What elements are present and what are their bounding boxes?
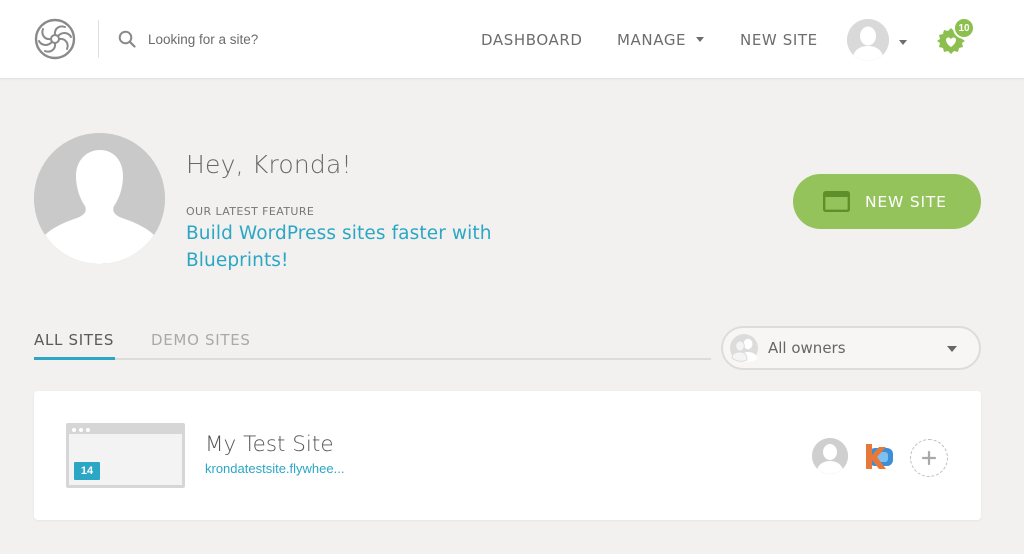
- top-navigation-bar: DASHBOARD MANAGE NEW SITE 10: [0, 0, 1024, 79]
- collaborator-avatar[interactable]: [812, 438, 848, 474]
- nav-new-site-link[interactable]: NEW SITE: [740, 31, 818, 49]
- plus-icon: [921, 450, 937, 466]
- active-tab-indicator: [34, 357, 115, 360]
- group-users-icon: [730, 334, 758, 362]
- search-icon: [118, 30, 136, 48]
- php-version-badge: 14: [74, 462, 100, 480]
- owners-filter-label: All owners: [768, 339, 846, 357]
- chevron-down-icon: [947, 346, 957, 352]
- latest-feature-label: OUR LATEST FEATURE: [186, 205, 315, 218]
- browser-dot: [79, 428, 83, 432]
- site-search: [118, 26, 348, 52]
- greeting-heading: Hey, Kronda!: [186, 150, 352, 179]
- profile-avatar: [34, 133, 165, 264]
- user-silhouette-icon: [34, 133, 165, 264]
- new-site-button-label: NEW SITE: [865, 193, 947, 211]
- nav-dashboard-link[interactable]: DASHBOARD: [481, 31, 583, 49]
- header-divider: [98, 20, 99, 58]
- search-input[interactable]: [148, 31, 348, 47]
- flywheel-logo-icon[interactable]: [34, 18, 76, 60]
- chevron-down-icon: [696, 37, 705, 42]
- user-silhouette-icon: [812, 438, 848, 474]
- add-collaborator-button[interactable]: [910, 439, 948, 477]
- site-url-link[interactable]: krondatestsite.flywhee...: [205, 461, 344, 476]
- site-name-link[interactable]: My Test Site: [205, 432, 334, 457]
- nav-manage-dropdown[interactable]: MANAGE: [617, 31, 705, 49]
- collaborator-avatar-logo[interactable]: [861, 438, 897, 474]
- user-avatar-menu[interactable]: [847, 19, 889, 61]
- k-logo-icon: [861, 438, 897, 474]
- browser-dot: [86, 428, 90, 432]
- new-site-button[interactable]: NEW SITE: [793, 174, 981, 229]
- site-thumbnail[interactable]: 14: [66, 423, 185, 488]
- site-card: 14 My Test Site krondatestsite.flywhee..…: [34, 391, 981, 520]
- tabs-divider: [34, 358, 711, 360]
- user-silhouette-icon: [847, 19, 889, 61]
- chevron-down-icon[interactable]: [899, 40, 907, 45]
- browser-dot: [72, 428, 76, 432]
- owners-filter-dropdown[interactable]: All owners: [721, 326, 981, 370]
- notifications-count-badge: 10: [953, 17, 975, 39]
- browser-window-icon: [823, 191, 850, 212]
- nav-manage-label: MANAGE: [617, 31, 687, 49]
- blueprints-feature-link[interactable]: Build WordPress sites faster with Bluepr…: [186, 220, 506, 274]
- tab-demo-sites[interactable]: DEMO SITES: [151, 331, 251, 349]
- tab-all-sites[interactable]: ALL SITES: [34, 331, 114, 349]
